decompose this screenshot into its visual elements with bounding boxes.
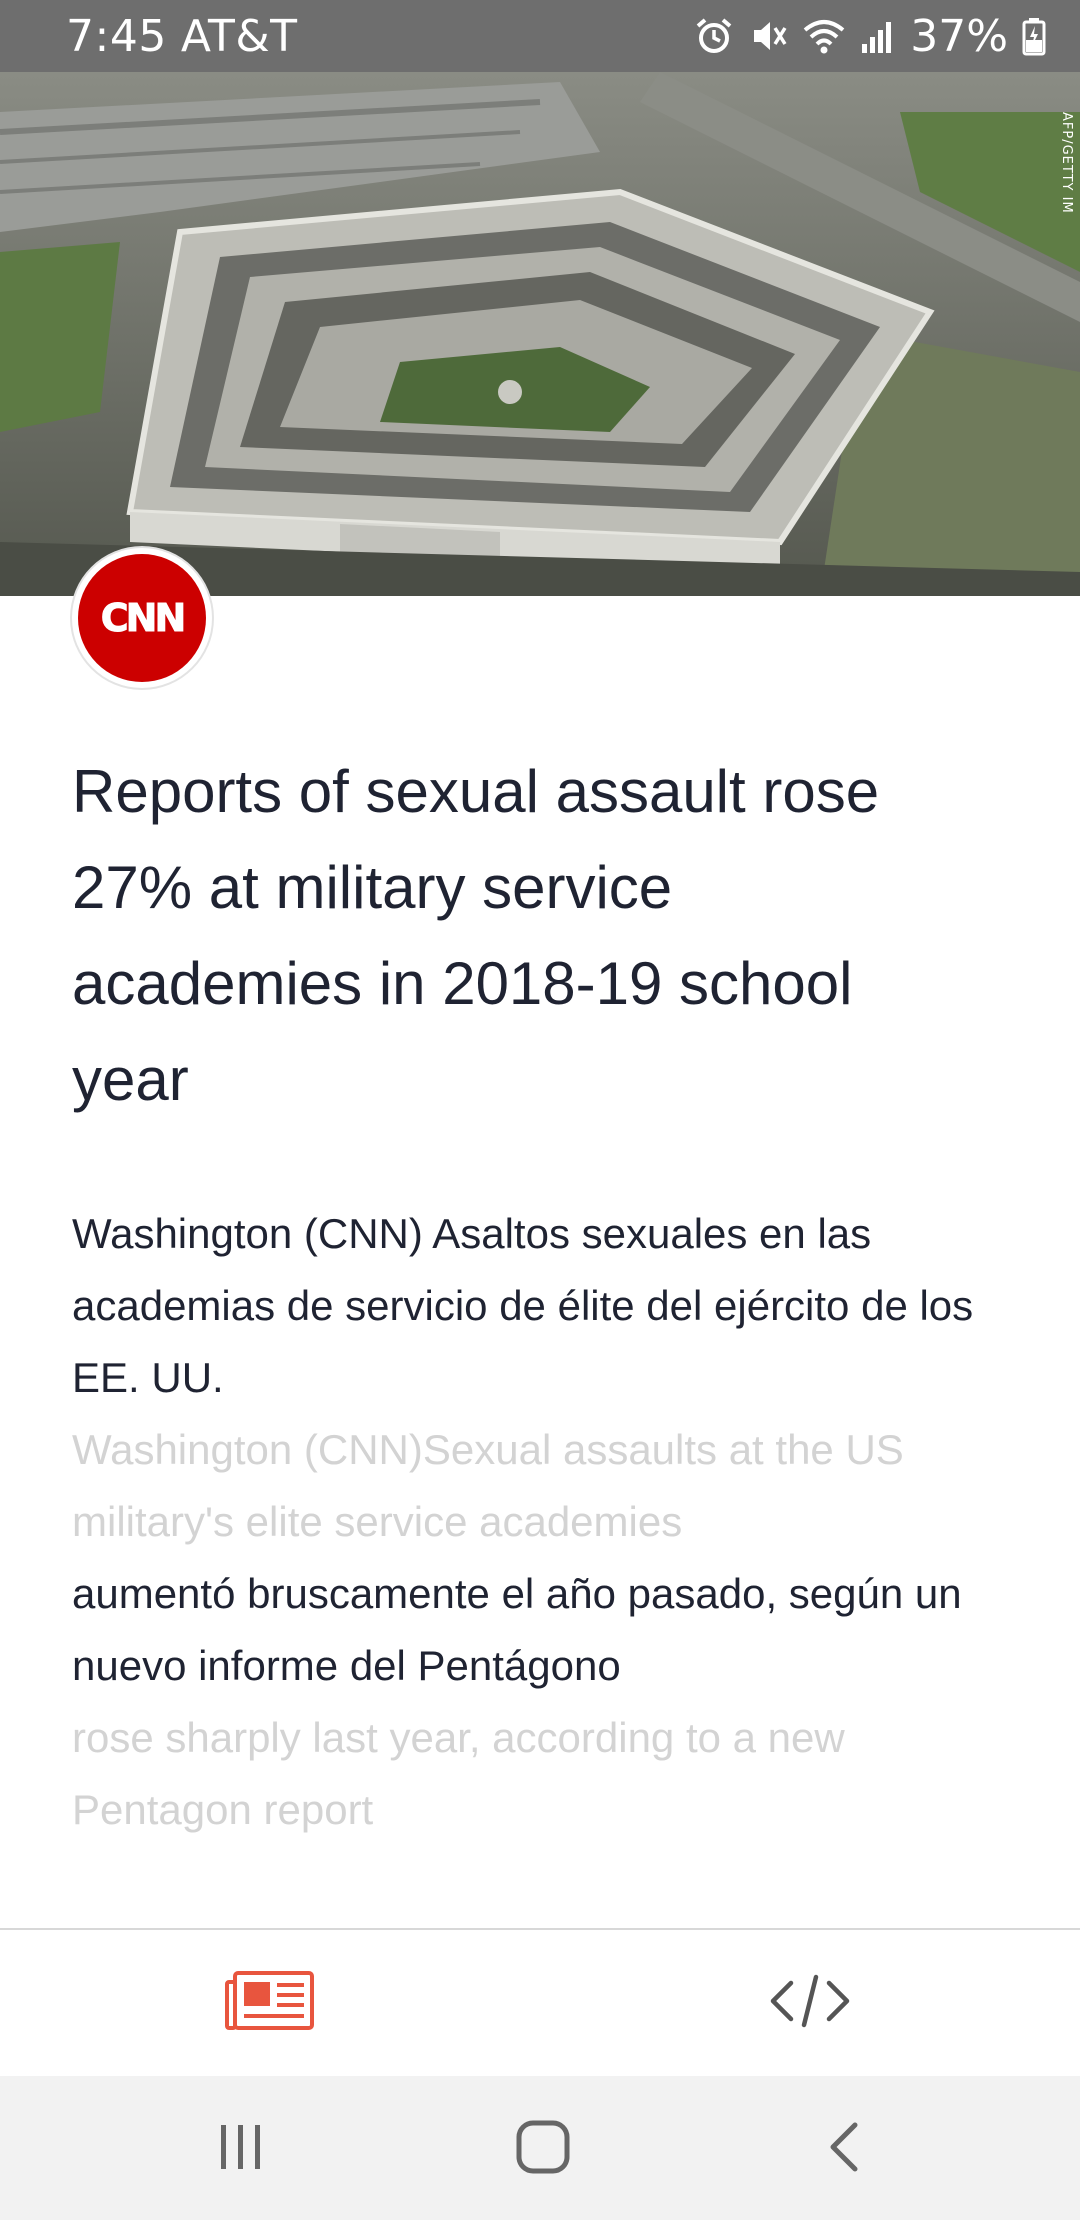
back-button[interactable]: [800, 2114, 890, 2184]
paragraph-original: Washington (CNN)Sexual assaults at the U…: [72, 1426, 904, 1545]
mute-icon: [748, 16, 788, 56]
reader-view-button[interactable]: [215, 1958, 325, 2048]
recents-button[interactable]: [196, 2114, 286, 2184]
status-right: 37%: [694, 11, 1046, 62]
battery-percent: 37%: [910, 10, 1008, 62]
bottom-toolbar: [0, 1930, 1080, 2076]
article-body: Washington (CNN) Asaltos sexuales en las…: [72, 1198, 992, 1846]
newspaper-icon: [225, 1970, 315, 2037]
wifi-icon: [802, 16, 846, 56]
source-view-button[interactable]: [755, 1958, 865, 2048]
paragraph-translated: Washington (CNN) Asaltos sexuales en las…: [72, 1210, 974, 1401]
article-headline: Reports of sexual assault rose 27% at mi…: [72, 758, 880, 1113]
home-button[interactable]: [498, 2114, 588, 2184]
pentagon-aerial-photo: [0, 72, 1080, 596]
back-icon: [825, 2119, 865, 2180]
system-nav-bar: [0, 2076, 1080, 2220]
cnn-logo: CNN: [78, 554, 206, 682]
signal-icon: [860, 16, 896, 56]
paragraph-original: rose sharply last year, according to a n…: [72, 1714, 845, 1833]
battery-icon: [1022, 16, 1046, 56]
status-left: 7:45 AT&T: [66, 11, 298, 62]
status-carrier: AT&T: [180, 10, 298, 62]
hero-image: AFP/GETTY IM: [0, 72, 1080, 596]
status-bar: 7:45 AT&T 37%: [0, 0, 1080, 72]
alarm-icon: [694, 16, 734, 56]
paragraph-translated: aumentó bruscamente el año pasado, según…: [72, 1570, 962, 1689]
status-time: 7:45: [66, 10, 167, 62]
home-icon: [515, 2119, 571, 2180]
code-icon: [769, 1973, 851, 2034]
photo-credit: AFP/GETTY IM: [1059, 112, 1074, 214]
recents-icon: [217, 2121, 265, 2178]
source-logo[interactable]: CNN: [72, 548, 212, 688]
